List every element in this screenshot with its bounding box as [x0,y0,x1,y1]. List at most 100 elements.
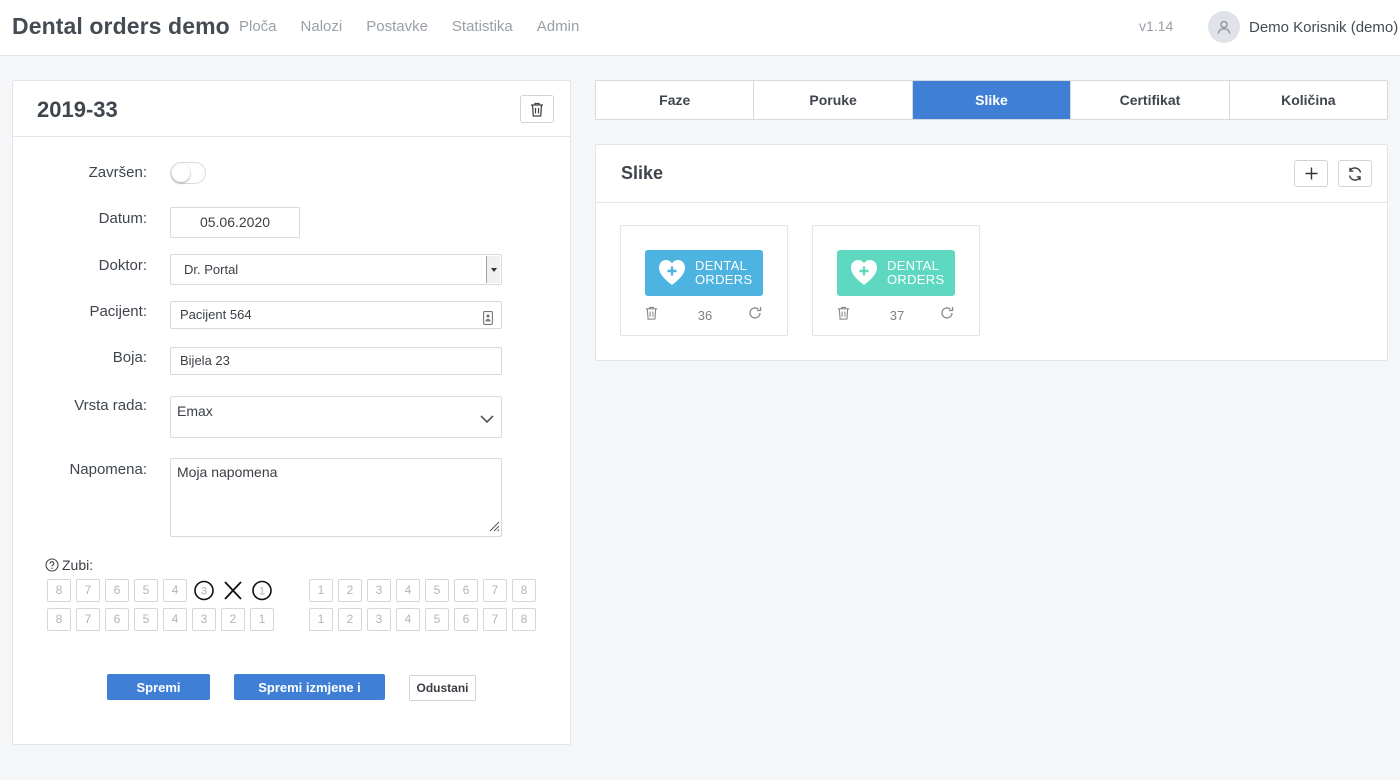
chevron-down-icon [480,411,494,427]
nav-statistika[interactable]: Statistika [452,18,513,35]
logo-text: DENTAL ORDERS [695,259,752,287]
tab-faze[interactable]: Faze [596,81,755,119]
note-textarea[interactable]: Moja napomena [170,458,502,537]
teeth-label: Zubi: [45,557,93,573]
svg-text:1: 1 [259,586,265,598]
add-image-button[interactable] [1294,160,1328,187]
user-avatar-icon [1208,11,1240,43]
image-number: 36 [697,308,713,323]
tooth-lower-left-3[interactable]: 3 [192,608,216,631]
save-close-button[interactable]: Spremi izmjene i zatvori [234,674,385,721]
tooth-upper-right-5[interactable]: 5 [425,579,449,602]
app-title[interactable]: Dental orders demo [12,13,230,40]
color-label: Boja: [112,349,147,366]
image-thumbnail[interactable]: DENTAL ORDERS [837,250,955,296]
tooth-upper-left-6[interactable]: 6 [105,579,129,602]
tooth-upper-right-4[interactable]: 4 [396,579,420,602]
tooth-lower-right-3[interactable]: 3 [367,608,391,631]
tooth-upper-left-8[interactable]: 8 [47,579,71,602]
tooth-upper-right-6[interactable]: 6 [454,579,478,602]
tooth-lower-right-2[interactable]: 2 [338,608,362,631]
tooth-lower-left-5[interactable]: 5 [134,608,158,631]
tooth-selected-mark[interactable]: 3 [192,579,216,602]
logo-text: DENTAL ORDERS [887,259,944,287]
user-name: Demo Korisnik (demo) [1249,18,1399,36]
tooth-selected-mark[interactable]: 1 [250,579,274,602]
svg-text:3: 3 [201,586,207,598]
user-menu[interactable]: Demo Korisnik (demo) [1208,11,1398,43]
tooth-lower-left-4[interactable]: 4 [163,608,187,631]
refresh-images-button[interactable] [1338,160,1372,187]
tooth-heart-logo-icon [659,260,685,285]
nav-ploca[interactable]: Ploča [239,18,277,35]
rotate-image-icon[interactable] [940,306,954,325]
image-card: DENTAL ORDERS 37 [812,225,980,336]
tooth-upper-right-1[interactable]: 1 [309,579,333,602]
nav-postavke[interactable]: Postavke [366,18,428,35]
doctor-value: Dr. Portal [184,262,239,277]
cancel-button[interactable]: Odustani [409,675,476,701]
logo-line-2: ORDERS [695,272,753,287]
logo-line-2: ORDERS [887,272,945,287]
completed-label: Završen: [88,164,147,181]
tooth-missing-mark[interactable] [221,579,245,602]
tooth-lower-right-6[interactable]: 6 [454,608,478,631]
tooth-lower-left-1[interactable]: 1 [250,608,274,631]
logo-line-1: DENTAL [695,258,748,273]
patient-label: Pacijent: [89,303,147,320]
order-title: 2019-33 [37,97,118,122]
help-icon[interactable] [45,558,59,572]
tooth-lower-left-2[interactable]: 2 [221,608,245,631]
contact-card-icon[interactable] [483,308,493,334]
doctor-select[interactable]: Dr. Portal [170,254,502,285]
nav-admin[interactable]: Admin [537,18,580,35]
work-type-value: Emax [177,403,213,419]
refresh-icon [1348,166,1362,181]
tab-poruke[interactable]: Poruke [754,81,913,119]
tooth-lower-right-7[interactable]: 7 [483,608,507,631]
tooth-lower-left-7[interactable]: 7 [76,608,100,631]
delete-image-icon[interactable] [837,306,850,325]
tooth-upper-right-8[interactable]: 8 [512,579,536,602]
work-type-select[interactable]: Emax [170,396,502,438]
tooth-upper-left-7[interactable]: 7 [76,579,100,602]
tooth-lower-right-4[interactable]: 4 [396,608,420,631]
tooth-lower-left-8[interactable]: 8 [47,608,71,631]
completed-toggle[interactable] [170,162,206,184]
trash-icon [531,102,543,117]
order-form-panel: 2019-33 Završen: Datum: 05.06.2020 Dokto… [12,80,571,745]
patient-input[interactable]: Pacijent 564 [170,301,502,329]
note-label: Napomena: [69,461,147,478]
save-button[interactable]: Spremi izmjene [107,674,210,721]
image-thumbnail[interactable]: DENTAL ORDERS [645,250,763,296]
tooth-upper-right-7[interactable]: 7 [483,579,507,602]
tab-certifikat[interactable]: Certifikat [1071,81,1230,119]
tooth-lower-right-1[interactable]: 1 [309,608,333,631]
top-navbar: Dental orders demo Ploča Nalozi Postavke… [0,0,1400,56]
tooth-upper-right-3[interactable]: 3 [367,579,391,602]
dropdown-arrow-icon[interactable] [486,256,500,283]
doctor-label: Doktor: [98,257,147,274]
images-panel: Slike DENTAL ORDERS 36 DENTAL ORDERS 37 [595,144,1388,361]
date-field[interactable]: 05.06.2020 [170,207,300,238]
tooth-lower-right-8[interactable]: 8 [512,608,536,631]
tooth-upper-right-2[interactable]: 2 [338,579,362,602]
tooth-lower-left-6[interactable]: 6 [105,608,129,631]
toggle-knob [172,164,190,182]
tooth-upper-left-5[interactable]: 5 [134,579,158,602]
nav-nalozi[interactable]: Nalozi [301,18,343,35]
color-input[interactable]: Bijela 23 [170,347,502,375]
images-title: Slike [621,163,664,183]
work-type-label: Vrsta rada: [74,397,147,414]
plus-icon [1305,167,1317,180]
resize-handle-icon[interactable] [488,519,500,535]
tab-slike[interactable]: Slike [912,81,1072,119]
delete-order-button[interactable] [520,95,554,123]
rotate-image-icon[interactable] [748,306,762,325]
image-card: DENTAL ORDERS 36 [620,225,788,336]
tab-kolicina[interactable]: Količina [1230,81,1387,119]
delete-image-icon[interactable] [645,306,658,325]
tooth-upper-left-4[interactable]: 4 [163,579,187,602]
tooth-lower-right-5[interactable]: 5 [425,608,449,631]
order-header: 2019-33 [13,81,570,137]
